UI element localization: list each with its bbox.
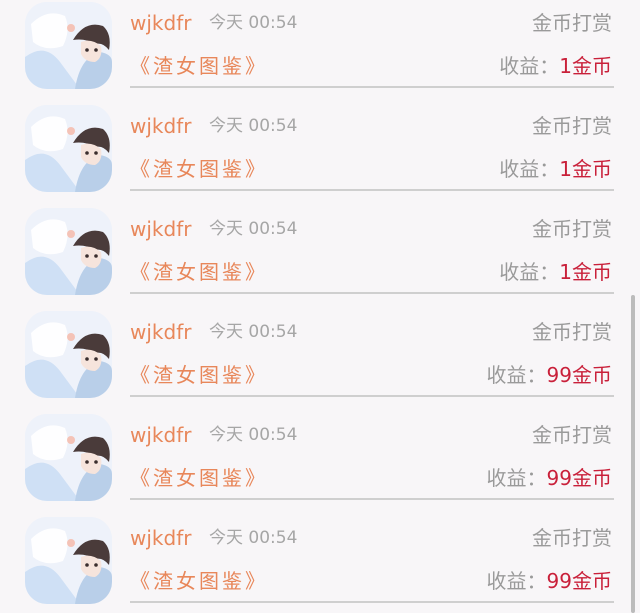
reward-type: 金币打赏 bbox=[532, 423, 612, 447]
earnings-label: 收益： bbox=[486, 569, 547, 593]
anime-avatar-icon[interactable] bbox=[25, 208, 112, 295]
earnings: 收益：99金币 bbox=[487, 568, 612, 594]
work-title-link[interactable]: 《渣女图鉴》 bbox=[130, 465, 268, 491]
earnings: 收益：1金币 bbox=[499, 156, 612, 182]
earnings-label: 收益： bbox=[499, 54, 560, 78]
anime-avatar-icon[interactable] bbox=[25, 517, 112, 604]
list-item[interactable]: wjkdfr 今天 00:54 金币打赏 《渣女图鉴》 收益：99金币 bbox=[0, 412, 640, 515]
earnings-amount: 1金币 bbox=[559, 54, 612, 78]
list-item[interactable]: wjkdfr 今天 00:54 金币打赏 《渣女图鉴》 收益：1金币 bbox=[0, 206, 640, 309]
earnings-amount: 99金币 bbox=[546, 569, 612, 593]
row-divider bbox=[130, 292, 614, 294]
earnings-label: 收益： bbox=[486, 363, 547, 387]
work-title-link[interactable]: 《渣女图鉴》 bbox=[130, 568, 268, 594]
row-divider bbox=[130, 395, 614, 397]
work-title-link[interactable]: 《渣女图鉴》 bbox=[130, 362, 268, 388]
anime-avatar-icon[interactable] bbox=[25, 105, 112, 192]
anime-avatar-icon[interactable] bbox=[25, 414, 112, 501]
timestamp: 今天 00:54 bbox=[209, 13, 298, 33]
earnings: 收益：1金币 bbox=[499, 53, 612, 79]
earnings-label: 收益： bbox=[499, 157, 560, 181]
reward-type: 金币打赏 bbox=[532, 11, 612, 35]
row-divider bbox=[130, 189, 614, 191]
work-title-link[interactable]: 《渣女图鉴》 bbox=[130, 156, 268, 182]
username[interactable]: wjkdfr bbox=[130, 525, 191, 551]
timestamp: 今天 00:54 bbox=[209, 425, 298, 445]
earnings-amount: 1金币 bbox=[559, 157, 612, 181]
list-item[interactable]: wjkdfr 今天 00:54 金币打赏 《渣女图鉴》 收益：1金币 bbox=[0, 0, 640, 103]
list-item[interactable]: wjkdfr 今天 00:54 金币打赏 《渣女图鉴》 收益：1金币 bbox=[0, 103, 640, 206]
scrollbar[interactable] bbox=[631, 295, 635, 613]
username[interactable]: wjkdfr bbox=[130, 10, 191, 36]
work-title-link[interactable]: 《渣女图鉴》 bbox=[130, 53, 268, 79]
row-divider bbox=[130, 498, 614, 500]
earnings-label: 收益： bbox=[499, 260, 560, 284]
timestamp: 今天 00:54 bbox=[209, 116, 298, 136]
username[interactable]: wjkdfr bbox=[130, 319, 191, 345]
list-item[interactable]: wjkdfr 今天 00:54 金币打赏 《渣女图鉴》 收益：99金币 bbox=[0, 309, 640, 412]
timestamp: 今天 00:54 bbox=[209, 528, 298, 548]
reward-type: 金币打赏 bbox=[532, 114, 612, 138]
anime-avatar-icon[interactable] bbox=[25, 2, 112, 89]
reward-type: 金币打赏 bbox=[532, 320, 612, 344]
earnings: 收益：1金币 bbox=[499, 259, 612, 285]
username[interactable]: wjkdfr bbox=[130, 216, 191, 242]
earnings-amount: 1金币 bbox=[559, 260, 612, 284]
reward-type: 金币打赏 bbox=[532, 217, 612, 241]
username[interactable]: wjkdfr bbox=[130, 422, 191, 448]
reward-type: 金币打赏 bbox=[532, 526, 612, 550]
timestamp: 今天 00:54 bbox=[209, 219, 298, 239]
earnings-label: 收益： bbox=[486, 466, 547, 490]
earnings-amount: 99金币 bbox=[546, 466, 612, 490]
earnings: 收益：99金币 bbox=[487, 465, 612, 491]
username[interactable]: wjkdfr bbox=[130, 113, 191, 139]
row-divider bbox=[130, 601, 614, 603]
work-title-link[interactable]: 《渣女图鉴》 bbox=[130, 259, 268, 285]
earnings-amount: 99金币 bbox=[546, 363, 612, 387]
earnings: 收益：99金币 bbox=[487, 362, 612, 388]
list-item[interactable]: wjkdfr 今天 00:54 金币打赏 《渣女图鉴》 收益：99金币 bbox=[0, 515, 640, 613]
anime-avatar-icon[interactable] bbox=[25, 311, 112, 398]
income-record-list[interactable]: wjkdfr 今天 00:54 金币打赏 《渣女图鉴》 收益：1金币 wjkdf… bbox=[0, 0, 640, 613]
timestamp: 今天 00:54 bbox=[209, 322, 298, 342]
row-divider bbox=[130, 86, 614, 88]
